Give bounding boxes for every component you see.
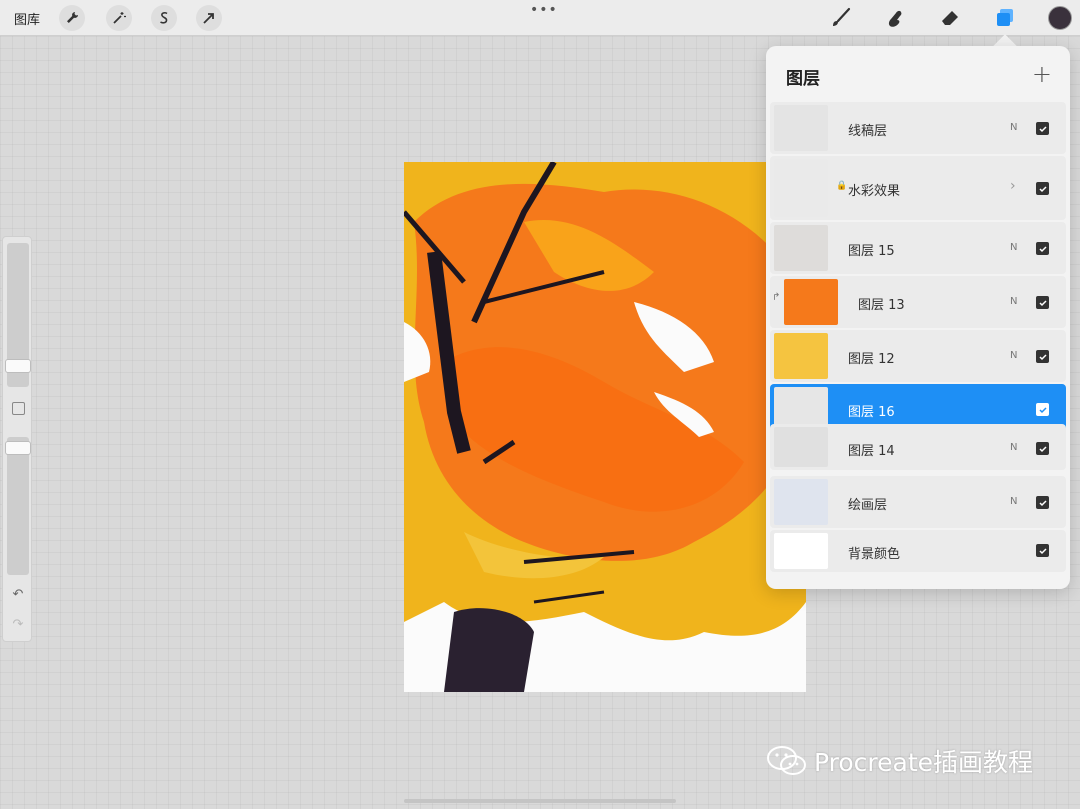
- layer-name: 图层 14: [848, 444, 895, 459]
- eraser-icon: [942, 11, 958, 25]
- eraser-tool[interactable]: [937, 6, 963, 30]
- layer-row[interactable]: 线稿层 N: [770, 102, 1066, 154]
- layer-row[interactable]: 图层 12 N: [770, 330, 1066, 382]
- blend-mode-button[interactable]: N: [1010, 296, 1017, 307]
- opacity-thumb[interactable]: [5, 441, 31, 455]
- watermark-text: Procreate插画教程: [814, 748, 1034, 777]
- transform-button[interactable]: [196, 5, 222, 31]
- scroll-indicator: [404, 799, 676, 803]
- layer-thumbnail: [774, 159, 828, 217]
- redo-button[interactable]: ↷: [10, 617, 26, 633]
- check-icon: [1038, 547, 1047, 554]
- smudge-tool[interactable]: [882, 6, 908, 30]
- adjustments-button[interactable]: [106, 5, 132, 31]
- modify-button[interactable]: [12, 402, 25, 415]
- layer-thumbnail: [774, 479, 828, 525]
- layers-icon: [997, 9, 1013, 26]
- clipping-mask-icon: ↱: [772, 292, 781, 303]
- blend-mode-button[interactable]: N: [1010, 242, 1017, 253]
- brush-tool[interactable]: [828, 6, 854, 30]
- layer-row[interactable]: ↱ 图层 13 N: [770, 276, 1066, 328]
- check-icon: [1038, 499, 1047, 506]
- layer-name: 线稿层: [848, 124, 888, 139]
- visibility-checkbox[interactable]: [1036, 403, 1049, 416]
- transform-arrow-icon: [203, 13, 214, 24]
- check-icon: [1038, 245, 1047, 252]
- check-icon: [1038, 353, 1047, 360]
- brush-icon: [833, 7, 851, 26]
- layer-name: 图层 16: [848, 405, 895, 420]
- check-icon: [1038, 299, 1047, 306]
- layer-row-background[interactable]: 背景颜色: [770, 530, 1066, 572]
- visibility-checkbox[interactable]: [1036, 496, 1049, 509]
- layer-group-row[interactable]: 🔒 水彩效果 ›: [770, 156, 1066, 220]
- visibility-checkbox[interactable]: [1036, 442, 1049, 455]
- watermark: Procreate插画教程: [766, 743, 1033, 779]
- blend-mode-button[interactable]: N: [1010, 122, 1017, 133]
- layer-name: 水彩效果: [848, 184, 901, 199]
- layer-row[interactable]: 图层 14 N: [770, 424, 1066, 470]
- blend-mode-button[interactable]: N: [1010, 442, 1017, 453]
- gallery-button[interactable]: 图库: [14, 9, 40, 28]
- autumn-tree-painting: [404, 162, 806, 692]
- opacity-slider[interactable]: [7, 437, 29, 575]
- blend-mode-button[interactable]: N: [1010, 350, 1017, 361]
- visibility-checkbox[interactable]: [1036, 296, 1049, 309]
- layer-thumbnail: [784, 279, 838, 325]
- blend-mode-button[interactable]: N: [1010, 496, 1017, 507]
- magic-wand-icon: [113, 12, 126, 24]
- undo-button[interactable]: ↶: [10, 587, 26, 603]
- lock-icon: 🔒: [836, 181, 848, 191]
- layer-name: 绘画层: [848, 498, 888, 513]
- artwork-canvas[interactable]: [404, 162, 806, 692]
- visibility-checkbox[interactable]: [1036, 350, 1049, 363]
- layer-row[interactable]: 绘画层 N: [770, 476, 1066, 528]
- top-toolbar: 图库 •••: [0, 0, 1080, 36]
- chevron-right-icon[interactable]: ›: [1010, 178, 1016, 194]
- layer-thumbnail: [774, 427, 828, 467]
- actions-button[interactable]: [59, 5, 85, 31]
- layer-name: 图层 13: [858, 298, 905, 313]
- visibility-checkbox[interactable]: [1036, 182, 1049, 195]
- layer-name: 图层 12: [848, 352, 895, 367]
- layer-thumbnail: [774, 105, 828, 151]
- layers-panel: 图层 + 线稿层 N 🔒 水彩效果 › 图层 15 N ↱ 图层 13 N 图层…: [766, 46, 1070, 589]
- visibility-checkbox[interactable]: [1036, 242, 1049, 255]
- check-icon: [1038, 125, 1047, 132]
- layer-thumbnail: [774, 533, 828, 569]
- brush-size-thumb[interactable]: [5, 359, 31, 373]
- visibility-checkbox[interactable]: [1036, 122, 1049, 135]
- layer-row[interactable]: 图层 15 N: [770, 222, 1066, 274]
- color-picker[interactable]: [1048, 6, 1072, 30]
- smudge-icon: [888, 10, 902, 27]
- wrench-icon: [67, 12, 78, 23]
- layer-thumbnail: [774, 225, 828, 271]
- left-sidebar: ↶ ↷: [2, 236, 32, 642]
- add-layer-button[interactable]: +: [1032, 60, 1052, 88]
- wechat-logo: [767, 746, 806, 775]
- layer-thumbnail: [774, 333, 828, 379]
- check-icon: [1038, 445, 1047, 452]
- menu-dots[interactable]: •••: [530, 2, 558, 18]
- layer-name: 背景颜色: [848, 547, 901, 562]
- check-icon: [1038, 185, 1047, 192]
- visibility-checkbox[interactable]: [1036, 544, 1049, 557]
- layer-name: 图层 15: [848, 244, 895, 259]
- layers-panel-title: 图层: [786, 69, 820, 89]
- selection-button[interactable]: [151, 5, 177, 31]
- layers-tool[interactable]: [992, 6, 1018, 30]
- check-icon: [1038, 406, 1047, 413]
- selection-icon: [160, 12, 168, 24]
